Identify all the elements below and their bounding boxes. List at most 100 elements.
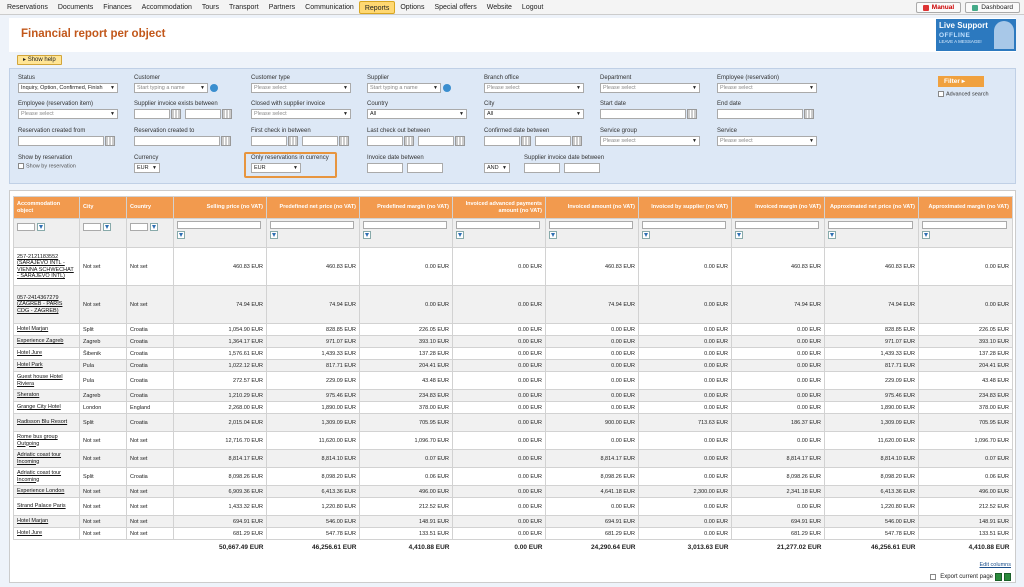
filter-icon[interactable]: [456, 231, 464, 239]
start-date-input[interactable]: [600, 109, 686, 119]
customer-input[interactable]: Start typing a name ▼: [134, 83, 208, 93]
accommodation-object-link[interactable]: Rome bus group Outgoing: [13, 431, 80, 450]
supplier-invoice-date-from-input[interactable]: [524, 163, 560, 173]
manual-button[interactable]: Manual: [915, 2, 962, 13]
filter-icon[interactable]: [102, 223, 111, 231]
confirmed-date-from-input[interactable]: [484, 136, 520, 146]
filter-icon[interactable]: [922, 231, 930, 239]
reservation-created-to-input[interactable]: [134, 136, 220, 146]
accommodation-object-link[interactable]: 257-2121183552 (SARAJEVO INTL - VIENNA S…: [13, 247, 80, 286]
show-by-reservation-checkbox[interactable]: [18, 163, 24, 169]
calendar-icon[interactable]: [687, 109, 697, 119]
column-header[interactable]: Selling price (no VAT): [173, 196, 267, 219]
filter-icon[interactable]: [177, 231, 185, 239]
column-filter-input[interactable]: [83, 223, 101, 231]
nav-item-reports[interactable]: Reports: [358, 0, 396, 14]
show-help-button[interactable]: ▸ Show help: [17, 55, 62, 65]
accommodation-object-link[interactable]: Hotel Jure: [13, 527, 80, 540]
nav-item-finances[interactable]: Finances: [98, 1, 136, 14]
live-support-banner[interactable]: Live Support OFFLINE LEAVE A MESSAGE!: [936, 19, 1016, 51]
show-by-reservation-option[interactable]: Show by reservation: [18, 163, 76, 169]
accommodation-object-link[interactable]: Hotel Jure: [13, 347, 80, 360]
filter-icon[interactable]: [549, 231, 557, 239]
column-filter-input[interactable]: [130, 223, 148, 231]
column-filter-input[interactable]: [922, 221, 1007, 229]
nav-item-accommodation[interactable]: Accommodation: [137, 1, 197, 14]
export-checkbox[interactable]: [930, 574, 937, 580]
column-filter-input[interactable]: [363, 221, 447, 229]
invoice-date-to-input[interactable]: [406, 163, 443, 173]
reservation-created-from-input[interactable]: [18, 136, 104, 146]
service-select[interactable]: Please select ▼: [717, 136, 817, 146]
dashboard-button[interactable]: Dashboard: [965, 2, 1020, 13]
column-header[interactable]: Invoiced by supplier (no VAT): [638, 196, 732, 219]
last-checkout-to-input[interactable]: [417, 136, 454, 146]
calendar-icon[interactable]: [105, 136, 115, 146]
nav-item-logout[interactable]: Logout: [517, 1, 548, 14]
nav-item-communication[interactable]: Communication: [300, 1, 359, 14]
nav-item-options[interactable]: Options: [395, 1, 429, 14]
employee-reservation-select[interactable]: Please select ▼: [717, 83, 817, 93]
calendar-icon[interactable]: [288, 136, 298, 146]
filter-icon[interactable]: [642, 231, 650, 239]
accommodation-object-link[interactable]: Guest house Hotel Riviera: [13, 371, 80, 390]
column-header[interactable]: Accommodation object: [13, 196, 80, 219]
edit-columns-link[interactable]: Edit columns: [980, 562, 1012, 568]
filter-icon[interactable]: [735, 231, 743, 239]
column-header[interactable]: Predefined margin (no VAT): [359, 196, 453, 219]
supplier-invoice-to-input[interactable]: [184, 109, 221, 119]
column-filter-input[interactable]: [270, 221, 354, 229]
status-select[interactable]: Inquiry, Option, Confirmed, Finish ▼: [18, 83, 118, 93]
currency-select[interactable]: EUR ▼: [134, 163, 160, 173]
supplier-invoice-date-to-input[interactable]: [563, 163, 600, 173]
accommodation-object-link[interactable]: Grange City Hotel: [13, 401, 80, 414]
accommodation-object-link[interactable]: Hotel Marjan: [13, 323, 80, 336]
accommodation-object-link[interactable]: Hotel Park: [13, 359, 80, 372]
department-select[interactable]: Please select ▼: [600, 83, 700, 93]
column-filter-input[interactable]: [17, 223, 35, 231]
column-filter-input[interactable]: [828, 221, 913, 229]
column-filter-input[interactable]: [735, 221, 819, 229]
accommodation-object-link[interactable]: Adriatic coast tour Incoming: [13, 449, 80, 468]
nav-item-transport[interactable]: Transport: [224, 1, 264, 14]
calendar-icon[interactable]: [454, 136, 465, 146]
calendar-icon[interactable]: [221, 109, 232, 119]
accommodation-object-link[interactable]: Adriatic coast tour Incoming: [13, 467, 80, 486]
excel-icon[interactable]: [1004, 573, 1011, 581]
supplier-input[interactable]: Start typing a name ▼: [367, 83, 441, 93]
column-filter-input[interactable]: [549, 221, 633, 229]
filter-icon[interactable]: [36, 223, 45, 231]
column-header[interactable]: Invoiced amount (no VAT): [545, 196, 639, 219]
gear-icon[interactable]: [210, 84, 218, 92]
column-header[interactable]: City: [79, 196, 127, 219]
calendar-icon[interactable]: [338, 136, 349, 146]
filter-icon[interactable]: [270, 231, 278, 239]
calendar-icon[interactable]: [221, 136, 231, 146]
filter-icon[interactable]: [828, 231, 836, 239]
column-header[interactable]: Invoiced margin (no VAT): [731, 196, 825, 219]
employee-reservation-item-select[interactable]: Please select ▼: [18, 109, 118, 119]
closed-supplier-select[interactable]: Please select ▼: [251, 109, 351, 119]
confirmed-date-to-input[interactable]: [534, 136, 571, 146]
last-checkout-from-input[interactable]: [367, 136, 403, 146]
nav-item-tours[interactable]: Tours: [197, 1, 224, 14]
and-or-select[interactable]: AND ▼: [484, 163, 510, 173]
excel-icon[interactable]: [995, 573, 1002, 581]
nav-item-partners[interactable]: Partners: [264, 1, 300, 14]
column-header[interactable]: Predefined net price (no VAT): [266, 196, 360, 219]
filter-icon[interactable]: [149, 223, 158, 231]
column-filter-input[interactable]: [642, 221, 726, 229]
calendar-icon[interactable]: [571, 136, 582, 146]
end-date-input[interactable]: [717, 109, 803, 119]
advanced-search-checkbox[interactable]: [938, 91, 944, 97]
gear-icon[interactable]: [443, 84, 451, 92]
filter-button[interactable]: Filter ▸: [938, 76, 984, 87]
filter-icon[interactable]: [363, 231, 371, 239]
accommodation-object-link[interactable]: Strand Palace Paris: [13, 497, 80, 516]
customer-type-select[interactable]: Please select ▼: [251, 83, 351, 93]
nav-item-website[interactable]: Website: [482, 1, 517, 14]
accommodation-object-link[interactable]: 057-2414367279 (ZAGREB - PARIS CDG - ZAG…: [13, 285, 80, 324]
city-select[interactable]: All ▼: [484, 109, 584, 119]
column-filter-input[interactable]: [456, 221, 540, 229]
supplier-invoice-from-input[interactable]: [134, 109, 170, 119]
